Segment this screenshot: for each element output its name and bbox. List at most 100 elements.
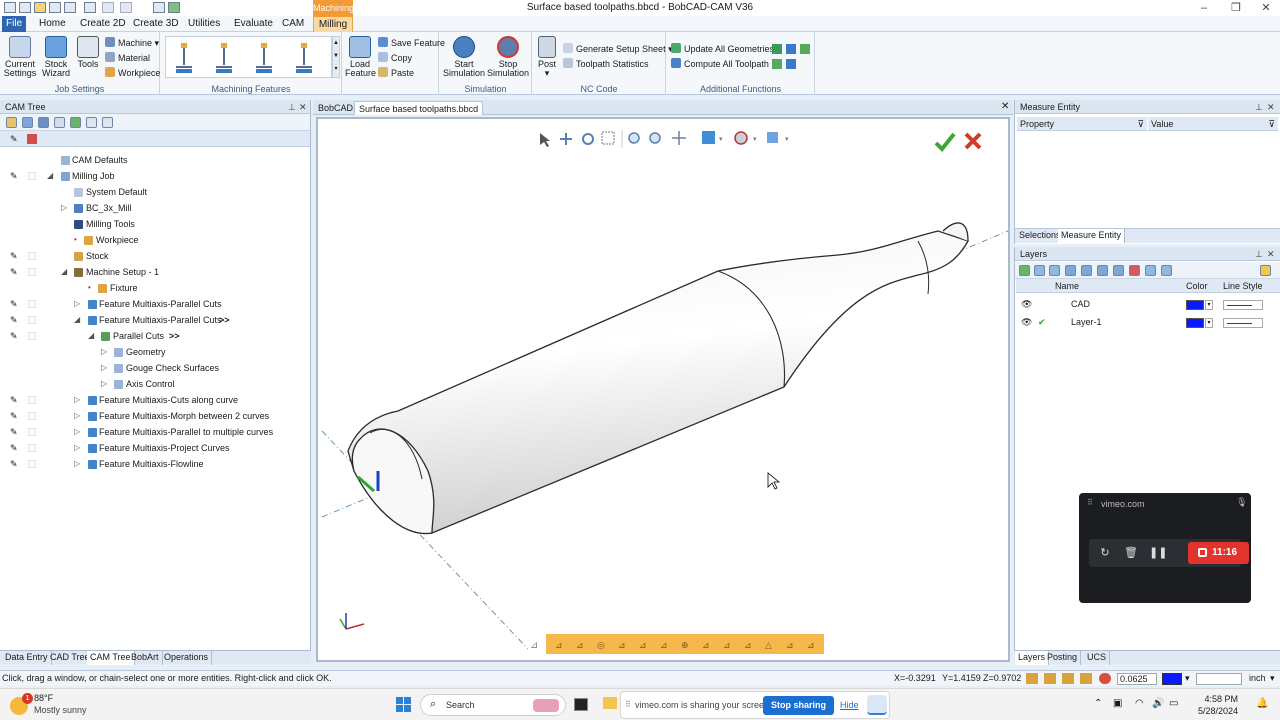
clock-time[interactable]: 4:58 PM — [1196, 694, 1238, 704]
eye-icon[interactable]: 👁 — [1021, 314, 1032, 331]
line-style-column-header[interactable]: Line Style — [1223, 279, 1263, 293]
shade-mode-icon[interactable] — [767, 132, 778, 143]
file-explorer-icon[interactable] — [603, 697, 617, 709]
tools-button[interactable]: Tools — [75, 36, 101, 69]
snap-icon-13[interactable]: ⊿ — [807, 641, 815, 651]
wifi-icon[interactable]: ◠ — [1135, 698, 1144, 709]
snap-icon-12[interactable]: ⊿ — [786, 641, 794, 651]
select-arrow-icon[interactable] — [540, 133, 550, 147]
snap-icon-5[interactable]: ⊿ — [639, 641, 647, 651]
lock-checkbox[interactable] — [28, 396, 36, 404]
extra-function-icon-2[interactable] — [786, 44, 796, 54]
close-document-icon[interactable]: ✕ — [1001, 101, 1009, 112]
tree-item-milling-tools[interactable]: Milling Tools — [0, 216, 308, 232]
tree-tool-icon-7[interactable] — [102, 117, 113, 128]
close-panel-icon[interactable]: ✕ — [1267, 247, 1275, 261]
tree-item-feature-parallel-cuts-2[interactable]: ✎ ◢ Feature Multiaxis-Parallel Cuts >> — [0, 312, 308, 328]
tree-item-stock[interactable]: ✎ Stock — [0, 248, 308, 264]
tree-item-gouge-check[interactable]: ▷ Gouge Check Surfaces — [0, 360, 308, 376]
menu-milling[interactable]: Milling — [313, 16, 353, 32]
window-zoom-icon[interactable] — [601, 131, 615, 145]
ok-check-icon[interactable] — [934, 132, 956, 152]
visible-pencil-icon[interactable]: ✎ — [10, 252, 19, 261]
snap-icon-4[interactable]: ⊿ — [618, 641, 626, 651]
layer-tool-icon-9[interactable] — [1145, 265, 1156, 276]
workpiece-button[interactable]: Workpiece — [105, 66, 160, 80]
close-panel-icon[interactable]: ✕ — [1267, 100, 1275, 114]
paste-button[interactable]: Paste — [378, 66, 414, 80]
line-style-select[interactable] — [1223, 318, 1263, 328]
move-up-icon[interactable] — [1097, 265, 1108, 276]
maximize-button[interactable]: ❐ — [1220, 0, 1252, 16]
pin-icon[interactable]: ⊥ — [1255, 247, 1263, 261]
visible-pencil-icon[interactable]: ✎ — [10, 300, 19, 309]
windows-start-icon[interactable] — [396, 697, 412, 713]
snap-icon-1[interactable]: ⊿ — [555, 641, 563, 651]
microphone-icon[interactable]: 🎙 — [1236, 497, 1247, 508]
model-view[interactable]: ▾ ▾ ▾ ⊿ ⊿ ◎ ⊿ ⊿ ⊿ ⊕ ⊿ ⊿ ⊿ △ ⊿ ⊿ ⊿ — [318, 119, 1008, 660]
stock-wizard-button[interactable]: Stock Wizard — [39, 36, 73, 78]
stop-simulation-button[interactable]: Stop Simulation — [486, 36, 530, 78]
line-style-dropdown[interactable] — [1196, 673, 1242, 685]
tree-item-flowline[interactable]: ✎ ▷ Feature Multiaxis-Flowline — [0, 456, 308, 472]
filter-icon[interactable]: ⊽ — [1268, 117, 1275, 131]
menu-file[interactable]: File — [2, 16, 27, 32]
tab-bobart[interactable]: BobArt — [128, 651, 163, 665]
current-settings-button[interactable]: Current Settings — [3, 36, 37, 78]
cad-model[interactable] — [347, 222, 969, 535]
filter-icon[interactable]: ⊽ — [1137, 117, 1144, 131]
tree-tool-icon-1[interactable] — [6, 117, 17, 128]
drag-handle-icon[interactable]: ⠿ — [1087, 498, 1093, 507]
visible-pencil-icon[interactable]: ✎ — [10, 172, 19, 181]
tree-tool-icon-3[interactable] — [38, 117, 49, 128]
view-toolbar[interactable]: ▾ ▾ ▾ — [540, 130, 789, 148]
pan-icon[interactable] — [560, 133, 572, 145]
tree-item-machine-setup[interactable]: ✎ ◢ Machine Setup - 1 — [0, 264, 308, 280]
tree-item-cuts-along-curve[interactable]: ✎ ▷ Feature Multiaxis-Cuts along curve — [0, 392, 308, 408]
line-style-select[interactable] — [1223, 300, 1263, 310]
tree-item-geometry[interactable]: ▷ Geometry — [0, 344, 308, 360]
save-feature-button[interactable]: Save Feature — [378, 36, 445, 50]
move-down-icon[interactable] — [1113, 265, 1124, 276]
task-view-icon[interactable] — [574, 698, 588, 711]
lock-checkbox[interactable] — [28, 332, 36, 340]
close-window-button[interactable]: ✕ — [1250, 0, 1280, 16]
snap-icon-6[interactable]: ⊿ — [660, 641, 668, 651]
tree-item-feature-parallel-cuts-1[interactable]: ✎ ▷ Feature Multiaxis-Parallel Cuts — [0, 296, 308, 312]
tab-posting[interactable]: Posting — [1044, 651, 1082, 665]
layer-tool-icon-10[interactable] — [1161, 265, 1172, 276]
property-column-header[interactable]: Property ⊽ — [1017, 117, 1147, 131]
toolpath-statistics-button[interactable]: Toolpath Statistics — [563, 57, 649, 71]
post-button[interactable]: Post ▾ — [536, 36, 558, 78]
display-mode-icon[interactable] — [734, 131, 748, 145]
tray-overflow-icon[interactable]: ⌃ — [1094, 698, 1102, 709]
bobcad-taskbar-icon[interactable] — [867, 695, 887, 715]
tree-item-milling-job[interactable]: ✎ ◢ Milling Job — [0, 168, 308, 184]
help-cursor-icon[interactable] — [1099, 673, 1111, 684]
taskbar-search-box[interactable]: ⌕ Search — [420, 694, 566, 716]
stop-recording-button[interactable]: 11:16 — [1188, 542, 1249, 564]
lock-checkbox[interactable] — [28, 428, 36, 436]
lock-checkbox[interactable] — [28, 412, 36, 420]
visible-pencil-icon[interactable]: ✎ — [10, 444, 19, 453]
color-dropdown-icon[interactable]: ▾ — [1185, 671, 1190, 686]
machine-button[interactable]: Machine ▾ — [105, 36, 159, 50]
tab-surface-toolpaths[interactable]: Surface based toolpaths.bbcd — [354, 101, 484, 115]
compute-all-toolpath-button[interactable]: Compute All Toolpath — [671, 57, 769, 71]
tree-item-bc-3x-mill[interactable]: ▷ BC_3x_Mill — [0, 200, 308, 216]
tab-operations[interactable]: Operations — [161, 651, 213, 665]
layer-tool-icon-4[interactable] — [1065, 265, 1076, 276]
tree-tool-icon-4[interactable] — [54, 117, 65, 128]
tree-tool-icon-6[interactable] — [86, 117, 97, 128]
notification-center-icon[interactable]: 🔔 — [1256, 698, 1268, 709]
layer-row-layer-1[interactable]: 👁 ✔ Layer-1 ▾ — [1015, 314, 1280, 331]
hide-link[interactable]: Hide — [840, 700, 859, 710]
material-button[interactable]: Material — [105, 51, 150, 65]
snap-value-input[interactable]: 0.0625 — [1117, 673, 1157, 685]
lock-checkbox[interactable] — [28, 460, 36, 468]
tree-item-morph[interactable]: ✎ ▷ Feature Multiaxis-Morph between 2 cu… — [0, 408, 308, 424]
rotate-icon[interactable] — [582, 133, 594, 145]
close-panel-icon[interactable]: ✕ — [299, 100, 307, 114]
zoom-icon[interactable] — [628, 132, 640, 144]
lock-checkbox[interactable] — [28, 316, 36, 324]
